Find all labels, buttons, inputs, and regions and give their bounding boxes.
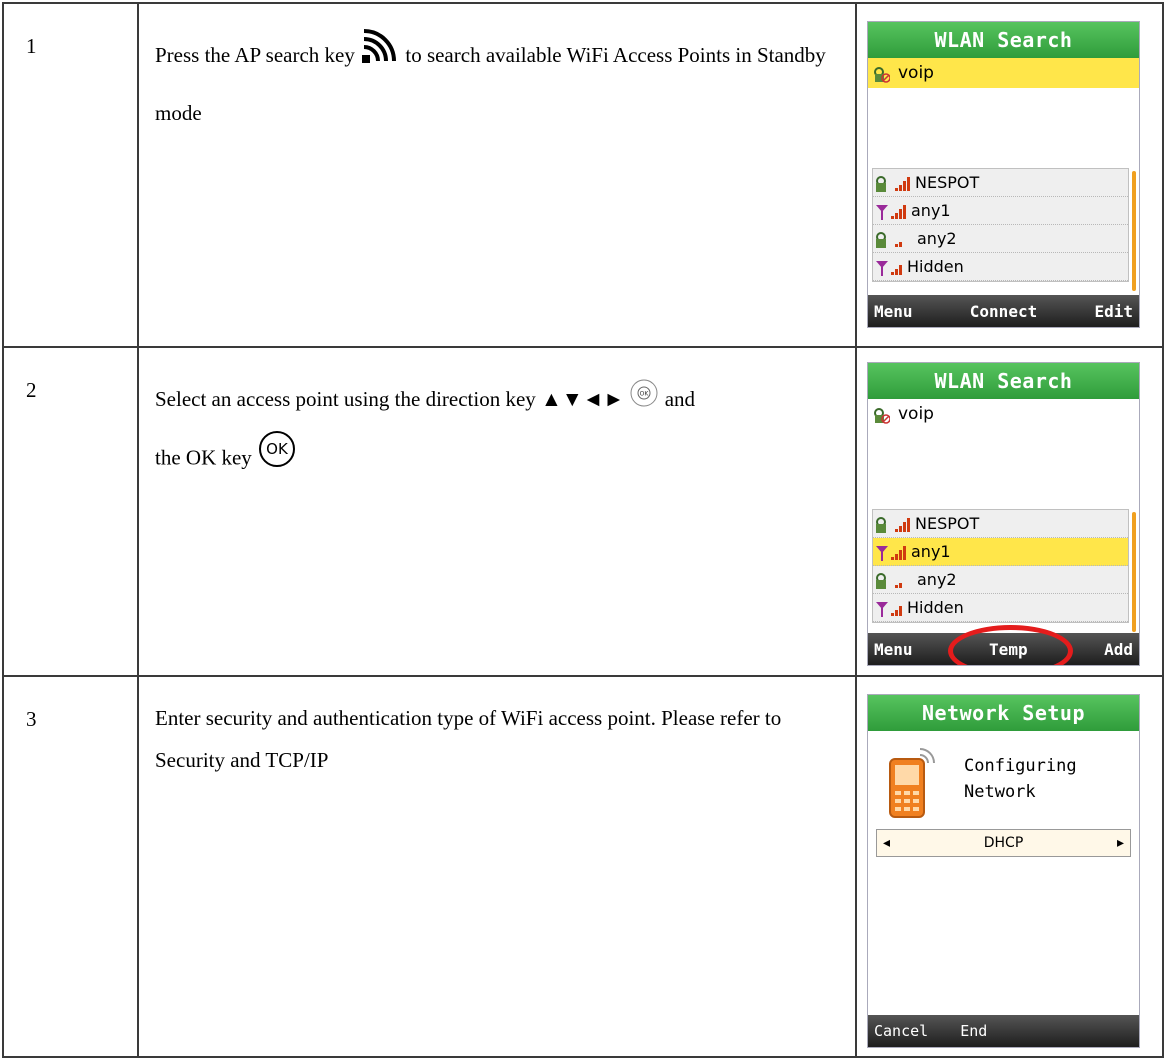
svg-text:OK: OK (640, 390, 650, 397)
step-number-cell: 3 (2, 675, 139, 1058)
screen-title: WLAN Search (868, 22, 1139, 58)
scrollbar[interactable] (1132, 171, 1136, 291)
phone-screen-wlan-search-selected: WLAN Search voip NESPOT any1 any2 Hidden… (867, 362, 1140, 666)
antenna-icon (875, 599, 889, 617)
scrollbar[interactable] (1132, 512, 1136, 632)
ap-item-hidden[interactable]: Hidden (873, 253, 1128, 281)
step-row-1: 1 Press the AP search key to search avai… (2, 2, 1164, 348)
ap-name: voip (898, 63, 934, 83)
softkey-end[interactable]: End (960, 1022, 987, 1040)
softkey-connect[interactable]: Connect (970, 302, 1037, 321)
signal-strength-icon (895, 516, 911, 532)
ap-item-any2[interactable]: any2 (873, 225, 1128, 253)
screen-cell: Network Setup Configuring Network ◂ DHCP… (855, 675, 1164, 1058)
step-text-line2: the OK key (155, 445, 252, 469)
step-number-cell: 1 (2, 2, 139, 348)
screen-title: Network Setup (868, 695, 1139, 731)
ip-mode-selector[interactable]: ◂ DHCP ▸ (876, 829, 1131, 857)
phone-screen-network-setup: Network Setup Configuring Network ◂ DHCP… (867, 694, 1140, 1048)
ap-name: any1 (911, 201, 951, 220)
ap-name: any2 (917, 570, 957, 589)
ap-item-any1-selected[interactable]: any1 (873, 538, 1128, 566)
lock-icon (875, 230, 891, 248)
softkey-bar: Cancel End (868, 1015, 1139, 1047)
softkey-add[interactable]: Add (1104, 640, 1133, 659)
status-line-2: Network (964, 782, 1036, 802)
ap-item-voip[interactable]: voip (868, 399, 1139, 429)
softkey-menu[interactable]: Menu (874, 302, 913, 321)
lock-icon (874, 64, 891, 83)
softkey-menu[interactable]: Menu (874, 640, 913, 659)
screen-cell: WLAN Search voip NESPOT any1 any2 Hidden… (855, 346, 1164, 677)
ap-item-voip[interactable]: voip (868, 58, 1139, 88)
lock-icon (875, 571, 891, 589)
step-text: Select an access point using the directi… (155, 387, 625, 411)
softkey-cancel[interactable]: Cancel (874, 1022, 928, 1040)
step-description-cell: Select an access point using the directi… (137, 346, 857, 677)
signal-strength-icon (895, 572, 913, 588)
highlight-ring (948, 625, 1073, 665)
signal-strength-icon (891, 259, 903, 275)
step-description-cell: Press the AP search key to search availa… (137, 2, 857, 348)
antenna-icon (875, 202, 889, 220)
softkey-edit[interactable]: Edit (1094, 302, 1133, 321)
step-number: 3 (26, 707, 37, 731)
step-description-cell: Enter security and authentication type o… (137, 675, 857, 1058)
softkey-bar: Menu Connect Edit (868, 295, 1139, 327)
ok-key-icon: OK (257, 429, 297, 490)
phone-screen-wlan-search: WLAN Search voip NESPOT any1 any2 Hidden… (867, 21, 1140, 328)
ap-item-nespot[interactable]: NESPOT (873, 510, 1128, 538)
step-text-and: and (664, 387, 696, 411)
steps-table: 1 Press the AP search key to search avai… (2, 2, 1164, 1058)
ap-name: Hidden (907, 257, 964, 276)
arrow-right-icon[interactable]: ▸ (1117, 835, 1124, 851)
step-text: Enter security and authentication type o… (155, 706, 782, 772)
step-number: 1 (26, 34, 37, 58)
step-text: Press the AP search key (155, 43, 355, 67)
direction-key-icon: OK (629, 374, 659, 429)
signal-strength-icon (891, 600, 903, 616)
ip-mode-value: DHCP (983, 835, 1024, 851)
antenna-icon (875, 258, 889, 276)
phone-wifi-icon (880, 745, 950, 825)
step-row-3: 3 Enter security and authentication type… (2, 675, 1164, 1058)
arrow-left-icon[interactable]: ◂ (883, 835, 890, 851)
signal-strength-icon (895, 231, 913, 247)
svg-text:OK: OK (266, 440, 289, 458)
lock-icon (875, 515, 891, 533)
ap-search-key-icon (360, 28, 400, 86)
ap-name: Hidden (907, 598, 964, 617)
lock-icon (875, 174, 891, 192)
ap-name: any1 (911, 542, 951, 561)
step-number: 2 (26, 378, 37, 402)
signal-strength-icon (891, 544, 907, 560)
signal-strength-icon (895, 175, 911, 191)
lock-icon (874, 405, 891, 424)
step-number-cell: 2 (2, 346, 139, 677)
ap-name: NESPOT (915, 173, 980, 192)
screen-cell: WLAN Search voip NESPOT any1 any2 Hidden… (855, 2, 1164, 348)
ap-name: voip (898, 404, 934, 424)
status-line-1: Configuring (964, 756, 1077, 776)
signal-strength-icon (891, 203, 907, 219)
step-row-2: 2 Select an access point using the direc… (2, 346, 1164, 677)
ap-list: NESPOT any1 any2 Hidden (872, 168, 1136, 291)
ap-name: NESPOT (915, 514, 980, 533)
ap-item-hidden[interactable]: Hidden (873, 594, 1128, 622)
screen-title: WLAN Search (868, 363, 1139, 399)
ap-name: any2 (917, 229, 957, 248)
ap-list: NESPOT any1 any2 Hidden (872, 509, 1136, 632)
ap-item-any1[interactable]: any1 (873, 197, 1128, 225)
ap-item-any2[interactable]: any2 (873, 566, 1128, 594)
ap-item-nespot[interactable]: NESPOT (873, 169, 1128, 197)
antenna-icon (875, 543, 889, 561)
